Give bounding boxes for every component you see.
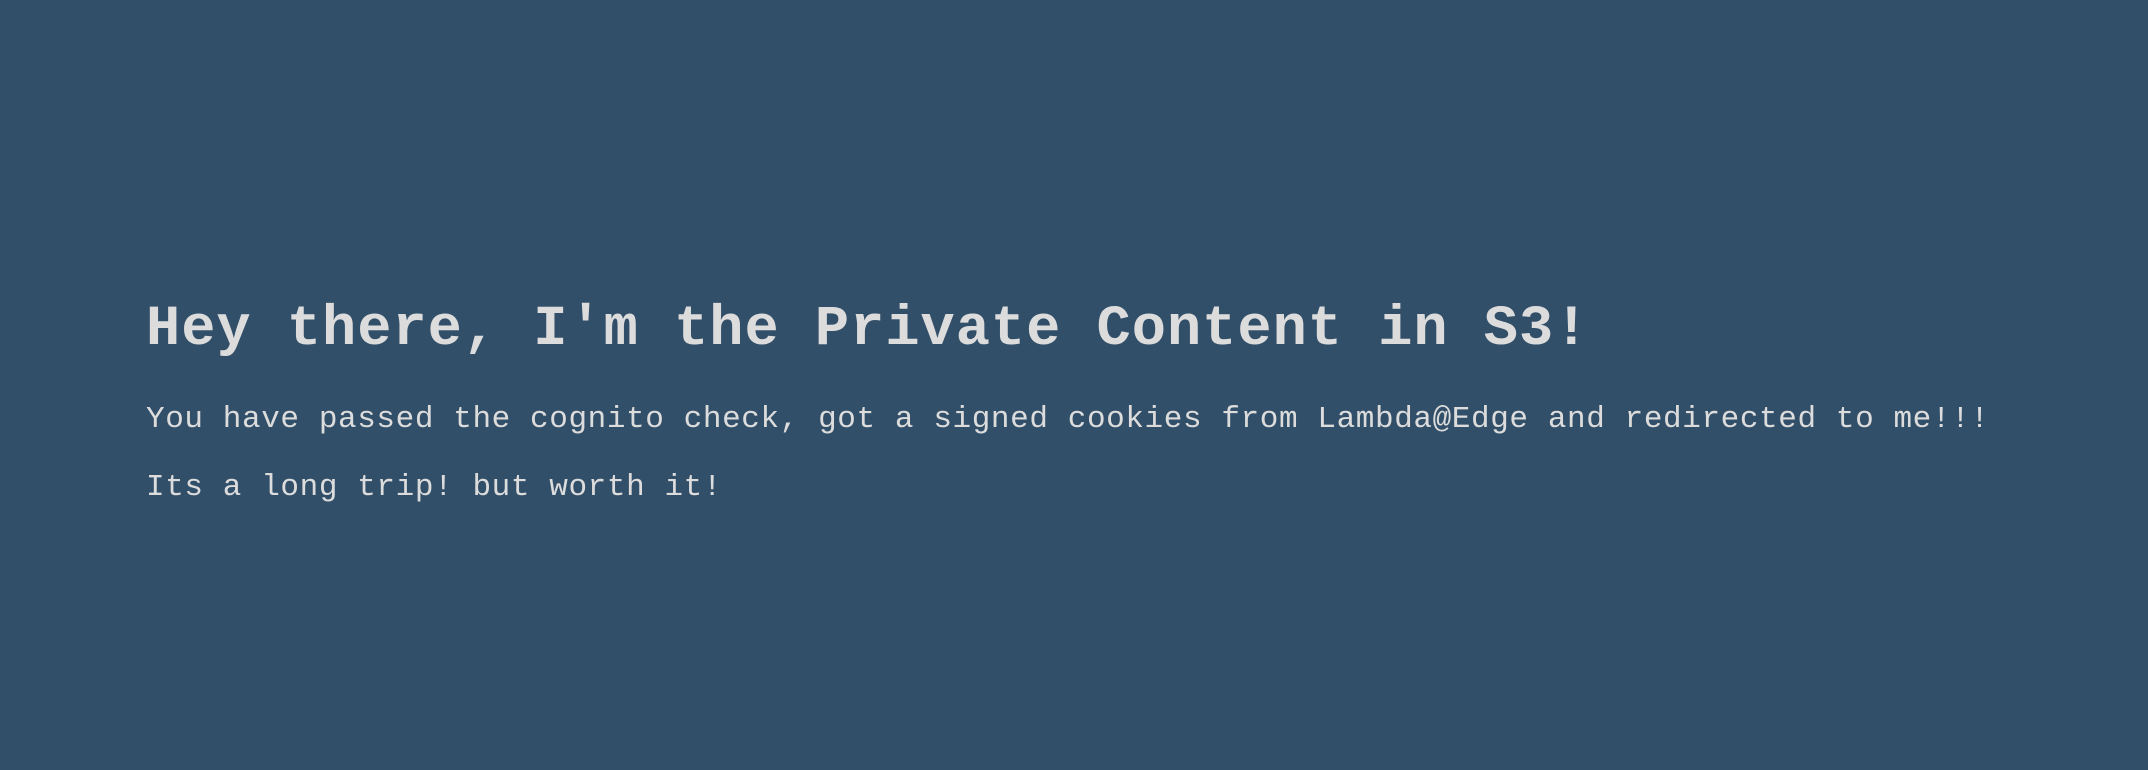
main-content: Hey there, I'm the Private Content in S3… <box>146 298 2136 506</box>
message-paragraph-2: Its a long trip! but worth it! <box>146 470 723 505</box>
page-heading: Hey there, I'm the Private Content in S3… <box>146 298 1590 362</box>
message-paragraph-1: You have passed the cognito check, got a… <box>146 402 1990 437</box>
